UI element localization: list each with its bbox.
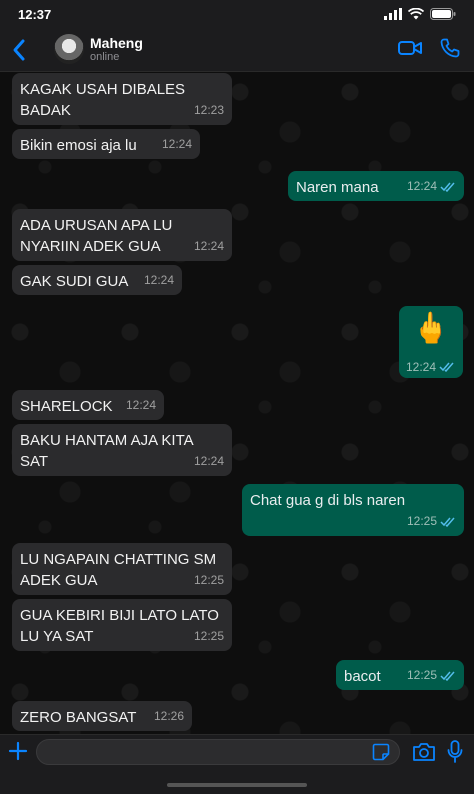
status-time: 12:37	[18, 6, 52, 22]
message-time: 12:24	[407, 176, 456, 197]
camera-icon[interactable]	[412, 741, 436, 763]
message-text: Chat gua g di bls naren	[250, 492, 406, 509]
message-input-bar	[0, 734, 474, 794]
read-ticks-icon	[440, 182, 455, 192]
message-time: 12:25	[407, 511, 456, 532]
message-text: GAK SUDI GUA	[20, 273, 129, 290]
message-incoming[interactable]: KAGAK USAH DIBALES BADAK 12:23	[12, 73, 232, 125]
message-list[interactable]: KAGAK USAH DIBALES BADAK 12:23 Bikin emo…	[0, 72, 474, 734]
message-incoming[interactable]: GAK SUDI GUA 12:24	[12, 265, 182, 295]
signal-icon	[384, 8, 402, 20]
read-ticks-icon	[439, 362, 454, 372]
message-text: SHARELOCK	[20, 398, 113, 415]
message-time: 12:25	[193, 573, 224, 587]
message-outgoing[interactable]: 🖕 12:24	[399, 306, 463, 378]
contact-info[interactable]: Maheng online	[90, 35, 143, 64]
message-incoming[interactable]: LU NGAPAIN CHATTING SM ADEK GUA 12:25	[12, 543, 232, 595]
message-input[interactable]	[36, 739, 400, 765]
video-camera-icon[interactable]	[398, 39, 422, 57]
message-time: 12:24	[125, 398, 156, 412]
message-time: 12:25	[407, 665, 456, 686]
message-text: LU NGAPAIN CHATTING SM ADEK GUA	[20, 551, 217, 589]
message-outgoing[interactable]: Naren mana 12:24	[288, 171, 464, 201]
message-outgoing[interactable]: Chat gua g di bls naren 12:25	[242, 484, 464, 536]
message-text: BAKU HANTAM AJA KITA SAT	[20, 432, 193, 470]
message-text: Bikin emosi aja lu	[20, 137, 137, 154]
message-text: KAGAK USAH DIBALES BADAK	[20, 81, 186, 119]
message-text: ADA URUSAN APA LU NYARIIN ADEK GUA	[20, 217, 173, 255]
plus-icon[interactable]	[6, 739, 30, 763]
read-ticks-icon	[440, 671, 455, 681]
message-time: 12:24	[406, 360, 455, 374]
message-incoming[interactable]: Bikin emosi aja lu 12:24	[12, 129, 200, 159]
message-time: 12:24	[143, 273, 174, 287]
phone-icon[interactable]	[440, 38, 460, 58]
status-bar: 12:37	[0, 0, 474, 28]
emoji-middle-finger: 🖕	[412, 312, 450, 345]
message-text: GUA KEBIRI BIJI LATO LATO LU YA SAT	[20, 607, 219, 645]
message-incoming[interactable]: ADA URUSAN APA LU NYARIIN ADEK GUA 12:24	[12, 209, 232, 261]
chat-header: Maheng online	[0, 28, 474, 72]
home-indicator	[167, 783, 307, 787]
message-outgoing[interactable]: bacot 12:25	[336, 660, 464, 690]
message-incoming[interactable]: BAKU HANTAM AJA KITA SAT 12:24	[12, 424, 232, 476]
message-incoming[interactable]: SHARELOCK 12:24	[12, 390, 164, 420]
message-text: ZERO BANGSAT	[20, 709, 137, 726]
message-time: 12:26	[153, 709, 184, 723]
microphone-icon[interactable]	[447, 740, 463, 764]
message-time: 12:24	[193, 454, 224, 468]
contact-status: online	[90, 51, 120, 63]
sticker-icon[interactable]	[372, 743, 390, 761]
avatar[interactable]	[54, 34, 84, 64]
contact-name: Maheng	[90, 35, 143, 51]
read-ticks-icon	[440, 517, 455, 527]
wifi-icon	[408, 8, 424, 20]
status-icons	[384, 8, 456, 20]
header-actions	[398, 38, 460, 58]
message-text: Naren mana	[296, 179, 379, 196]
battery-icon	[430, 8, 456, 20]
message-time: 12:25	[193, 629, 224, 643]
message-incoming[interactable]: GUA KEBIRI BIJI LATO LATO LU YA SAT 12:2…	[12, 599, 232, 651]
message-text: bacot	[344, 668, 381, 685]
message-incoming[interactable]: ZERO BANGSAT 12:26	[12, 701, 192, 731]
message-time: 12:24	[193, 239, 224, 253]
message-time: 12:23	[193, 103, 224, 117]
chevron-left-icon[interactable]	[8, 36, 32, 64]
message-time: 12:24	[161, 137, 192, 151]
